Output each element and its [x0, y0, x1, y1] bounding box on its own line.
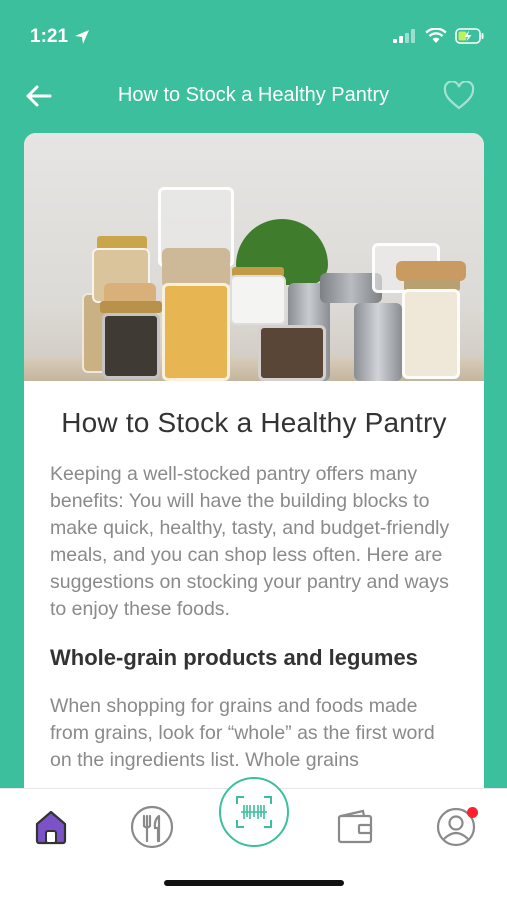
notification-dot — [467, 807, 478, 818]
wallet-icon — [337, 809, 373, 844]
section-heading: Whole-grain products and legumes — [50, 645, 418, 670]
status-bar: 1:21 — [0, 0, 507, 70]
location-arrow-icon — [75, 30, 90, 44]
jar-illustration — [102, 313, 160, 379]
article-intro: Keeping a well-stocked pantry offers man… — [50, 463, 450, 620]
barcode-scan-icon — [236, 796, 272, 828]
tab-restaurant[interactable] — [128, 803, 176, 851]
can-illustration — [354, 303, 402, 381]
article-title: How to Stock a Healthy Pantry — [61, 407, 447, 438]
jar-illustration — [230, 275, 286, 325]
battery-charging-icon — [455, 28, 484, 44]
tab-profile[interactable] — [432, 803, 480, 851]
jar-illustration — [258, 325, 326, 381]
heart-icon — [443, 81, 475, 110]
scan-button[interactable] — [219, 777, 289, 847]
nav-title: How to Stock a Healthy Pantry — [117, 84, 390, 106]
nav-bar: How to Stock a Healthy Pantry — [0, 70, 507, 122]
pantry-photo — [24, 133, 484, 381]
status-time: 1:21 — [30, 26, 90, 48]
article-body: How to Stock a Healthy Pantry Keeping a … — [24, 381, 484, 774]
favorite-button[interactable] — [441, 78, 477, 114]
home-indicator — [164, 880, 344, 886]
jar-illustration — [162, 248, 230, 288]
tab-wallet[interactable] — [331, 803, 379, 851]
time-label: 1:21 — [30, 26, 69, 47]
tab-home[interactable] — [27, 803, 75, 851]
section-body: When shopping for grains and foods made … — [50, 695, 435, 771]
wifi-icon — [425, 28, 447, 43]
crackers-illustration — [396, 261, 466, 281]
jar-illustration — [402, 289, 460, 379]
signal-icon — [393, 29, 415, 43]
restaurant-icon — [130, 805, 174, 849]
article-card: How to Stock a Healthy Pantry Keeping a … — [24, 133, 484, 833]
lid-illustration — [100, 301, 162, 313]
home-icon — [35, 810, 67, 845]
status-indicators — [393, 28, 485, 44]
jar-illustration — [162, 283, 230, 381]
